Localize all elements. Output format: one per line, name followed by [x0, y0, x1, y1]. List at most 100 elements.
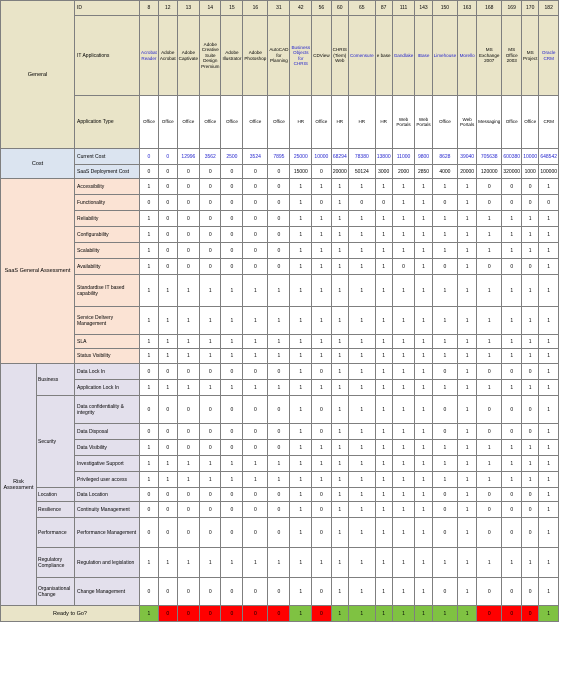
app-type-cell: Web Portals [414, 95, 433, 149]
saas-cost-cell: 4000 [431, 164, 459, 179]
score-cell: 1 [289, 423, 313, 440]
app-name-cell: IBase [414, 15, 433, 96]
id-cell: 87 [374, 0, 393, 16]
score-cell: 1 [289, 226, 313, 243]
score-cell: 1 [476, 334, 503, 349]
score-cell: 1 [289, 194, 313, 211]
score-cell: 0 [431, 423, 459, 440]
score-cell: 1 [476, 226, 503, 243]
id-cell: 13 [176, 0, 201, 16]
score-cell: 1 [374, 577, 393, 606]
score-cell: 0 [242, 487, 269, 502]
score-cell: 1 [330, 363, 349, 380]
score-cell: 1 [176, 348, 201, 364]
score-cell: 0 [521, 487, 540, 502]
score-cell: 1 [176, 547, 201, 578]
current-cost-cell: 8628 [431, 148, 459, 165]
score-cell: 0 [242, 242, 269, 259]
score-cell: 1 [220, 274, 244, 307]
score-cell: 1 [538, 258, 560, 275]
score-cell: 0 [431, 194, 459, 211]
score-cell: 1 [289, 501, 313, 518]
score-cell: 1 [267, 379, 291, 396]
score-cell: 1 [176, 471, 201, 488]
saas-cost-cell: 0 [176, 164, 201, 179]
score-cell: 1 [289, 517, 313, 548]
score-cell: 0 [220, 487, 244, 502]
score-cell: 0 [176, 487, 201, 502]
score-cell: 1 [476, 547, 503, 578]
score-cell: 1 [347, 379, 376, 396]
score-cell: 0 [431, 258, 459, 275]
row-label-saas-cost: SaaS Deployment Cost [74, 164, 140, 179]
score-cell: 1 [199, 334, 222, 349]
score-cell: 0 [157, 242, 178, 259]
score-cell: 1 [311, 471, 332, 488]
score-cell: 1 [330, 439, 349, 456]
row-label-data_lock_in: Data Lock In [74, 363, 140, 380]
score-cell: 0 [199, 226, 222, 243]
score-cell: 0 [267, 363, 291, 380]
score-cell: 1 [289, 334, 313, 349]
score-cell: 1 [414, 395, 433, 424]
app-name-cell: Adobe Photoshop [242, 15, 269, 96]
score-cell: 0 [139, 501, 159, 518]
score-cell: 0 [242, 363, 269, 380]
score-cell: 0 [220, 395, 244, 424]
score-cell: 0 [431, 577, 459, 606]
ready-cell: 1 [347, 605, 376, 622]
ready-cell: 0 [521, 605, 540, 622]
score-cell: 0 [521, 363, 540, 380]
app-name-cell: Adobe Captivate [176, 15, 201, 96]
score-cell: 1 [374, 423, 393, 440]
score-cell: 1 [501, 439, 523, 456]
saas-cost-cell: 0 [139, 164, 159, 179]
score-cell: 1 [267, 334, 291, 349]
score-cell: 1 [330, 348, 349, 364]
score-cell: 0 [157, 178, 178, 195]
score-cell: 1 [457, 363, 478, 380]
score-cell: 0 [521, 395, 540, 424]
app-type-cell: CRM [538, 95, 560, 149]
row-label-configurability: Configurability [74, 226, 140, 243]
score-cell: 1 [139, 210, 159, 227]
ready-cell: 0 [176, 605, 201, 622]
score-cell: 0 [267, 423, 291, 440]
ready-cell: 0 [220, 605, 244, 622]
score-cell: 1 [391, 274, 416, 307]
score-cell: 1 [289, 210, 313, 227]
score-cell: 1 [538, 577, 560, 606]
ready-cell: 0 [476, 605, 503, 622]
saas-cost-cell: 1000 [521, 164, 540, 179]
current-cost-cell: 10000 [311, 148, 332, 165]
score-cell: 1 [501, 242, 523, 259]
score-cell: 1 [521, 547, 540, 578]
score-cell: 0 [501, 194, 523, 211]
score-cell: 1 [414, 178, 433, 195]
score-cell: 1 [347, 363, 376, 380]
score-cell: 1 [289, 395, 313, 424]
current-cost-cell: 9800 [414, 148, 433, 165]
score-cell: 1 [267, 348, 291, 364]
app-type-cell: Office [501, 95, 523, 149]
saas-cost-cell: 120000 [476, 164, 503, 179]
score-cell: 0 [242, 517, 269, 548]
row-label-regulation: Regulation and legislation [74, 547, 140, 578]
score-cell: 1 [157, 547, 178, 578]
score-cell: 0 [431, 487, 459, 502]
score-cell: 0 [521, 423, 540, 440]
score-cell: 0 [176, 178, 201, 195]
score-cell: 1 [414, 487, 433, 502]
current-cost-cell: 25000 [289, 148, 313, 165]
score-cell: 1 [330, 210, 349, 227]
score-cell: 1 [414, 547, 433, 578]
score-cell: 1 [521, 242, 540, 259]
score-cell: 0 [242, 395, 269, 424]
score-cell: 1 [414, 348, 433, 364]
section-cost: Cost [0, 148, 75, 179]
score-cell: 1 [457, 517, 478, 548]
app-name-cell: Oracle CRM [538, 15, 560, 96]
score-cell: 1 [242, 547, 269, 578]
score-cell: 1 [457, 439, 478, 456]
score-cell: 1 [157, 306, 178, 335]
